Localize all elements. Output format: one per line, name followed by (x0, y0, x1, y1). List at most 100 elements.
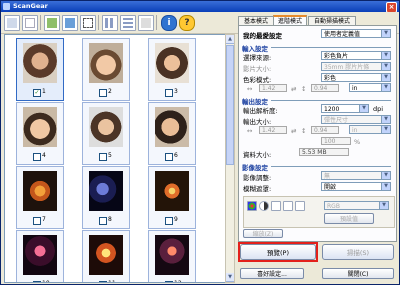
favorite-select[interactable]: 使用者定義值 ▼ (321, 29, 391, 38)
brightness-icon[interactable] (259, 201, 269, 211)
thumbnail-frame[interactable]: 3 (148, 38, 196, 101)
thumbnail-checkbox[interactable] (165, 281, 173, 282)
thumbnail-number: 6 (174, 152, 178, 159)
preferences-button[interactable]: 喜好設定... (240, 268, 304, 279)
channel-select[interactable]: RGB ▼ (324, 201, 389, 210)
unsharp-mask-select[interactable]: 開啟 ▼ (321, 182, 391, 191)
height-icon: ↕ (301, 85, 307, 93)
thumbnail-frame[interactable]: ✓ 1 (16, 38, 64, 101)
thumbnail-checkbox[interactable] (33, 153, 41, 161)
thumbnail-image[interactable] (23, 235, 57, 275)
lock-ratio-icon[interactable]: ⇄ (291, 85, 296, 93)
output-width-field[interactable]: 1.42 (259, 126, 287, 134)
thumbnail-number: 3 (174, 88, 178, 95)
thumbnail-checkbox[interactable] (99, 217, 107, 225)
resolution-unit: dpi (373, 105, 384, 113)
tab-advanced[interactable]: 進階模式 (273, 15, 307, 25)
thumbnail-number: 9 (174, 216, 178, 223)
thumbnail-image[interactable] (155, 107, 189, 147)
source-select[interactable]: 彩色負片 ▼ (321, 51, 391, 60)
defaults-button[interactable]: 預設值 (324, 213, 374, 224)
thumbnail-image[interactable] (155, 171, 189, 211)
thumbnail-frame[interactable]: 8 (82, 166, 130, 229)
film-size-label: 影片大小: (243, 65, 272, 73)
thumbnail-number: 1 (42, 88, 46, 95)
chevron-down-icon: ▼ (359, 105, 368, 112)
select-all-icon[interactable] (102, 15, 118, 31)
thumbnail-checkbox[interactable] (99, 153, 107, 161)
output-scale-field[interactable]: 100 (321, 137, 351, 145)
thumbnail-frame[interactable]: 7 (16, 166, 64, 229)
thumbnail-image[interactable] (155, 43, 189, 83)
thumbnail-frame[interactable]: 2 (82, 38, 130, 101)
output-resolution-label: 輸出解析度: (243, 107, 278, 115)
thumbnail-frame[interactable]: 10 (16, 230, 64, 282)
thumbnail-checkbox[interactable] (33, 217, 41, 225)
thumbnail-checkbox[interactable] (165, 89, 173, 97)
help-icon[interactable]: ? (179, 15, 195, 31)
title-bar: ScanGear × (1, 1, 399, 13)
input-unit-select[interactable]: in ▼ (349, 83, 391, 92)
unsharp-mask-label: 模糊遮罩: (243, 185, 272, 193)
lock-ratio-icon[interactable]: ⇄ (291, 127, 296, 135)
thumbnail-image[interactable] (23, 171, 57, 211)
output-resolution-select[interactable]: 1200 ▼ (321, 104, 369, 113)
thumbnail-checkbox[interactable]: ✓ (33, 89, 41, 97)
thumbnail-frame[interactable]: 5 (82, 102, 130, 165)
thumbnail-image[interactable] (89, 235, 123, 275)
color-adjust-icon[interactable] (247, 201, 257, 211)
color-mode-select[interactable]: 彩色 ▼ (321, 73, 391, 82)
output-height-field[interactable]: 0.94 (311, 126, 339, 134)
output-size-select[interactable]: 彈性尺寸 ▼ (321, 115, 391, 124)
thumbnail-image[interactable] (23, 43, 57, 83)
film-size-select[interactable]: 35mm 膠片片條 ▼ (321, 62, 391, 71)
threshold-icon[interactable] (295, 201, 305, 211)
thumbnail-checkbox[interactable] (99, 281, 107, 282)
thumbnail-frame[interactable]: 12 (148, 230, 196, 282)
thumbnail-icon[interactable] (22, 15, 38, 31)
thumbnail-image[interactable] (89, 107, 123, 147)
thumbnail-image[interactable] (89, 171, 123, 211)
zoom-button[interactable]: 縮放(Z) (243, 229, 283, 238)
output-unit-select[interactable]: in ▼ (349, 125, 391, 134)
histogram-icon[interactable] (271, 201, 281, 211)
chevron-down-icon: ▼ (379, 202, 388, 209)
scan-icon[interactable] (4, 15, 20, 31)
settings-panel: 基本模式 進階模式 自動掃描模式 我的最愛設定 使用者定義值 ▼ 輸入設定 選擇來… (238, 15, 397, 281)
close-button[interactable]: 關閉(C) (322, 268, 394, 279)
scrollbar-thumb[interactable] (226, 45, 234, 165)
thumbnail-number: 7 (42, 216, 46, 223)
rotate-right-icon[interactable] (62, 15, 78, 31)
adjust-tools: RGB ▼ 預設值 (243, 196, 395, 228)
input-height-field[interactable]: 0.94 (311, 84, 339, 92)
remove-icon[interactable] (138, 15, 154, 31)
thumbnail-image[interactable] (155, 235, 189, 275)
info-icon[interactable]: i (161, 15, 177, 31)
thumbnail-frame[interactable]: 4 (16, 102, 64, 165)
thumbnail-checkbox[interactable] (165, 153, 173, 161)
chevron-down-icon: ▼ (381, 183, 390, 190)
rotate-left-icon[interactable] (44, 15, 60, 31)
tone-curve-icon[interactable] (283, 201, 293, 211)
thumbnail-frame[interactable]: 6 (148, 102, 196, 165)
chevron-down-icon: ▼ (381, 84, 390, 91)
scangear-window: ScanGear × i ? ✓123456789101112 ▲ ▼ 基本模式… (0, 0, 400, 285)
scroll-up-icon[interactable]: ▲ (226, 35, 234, 44)
thumbnail-checkbox[interactable] (165, 217, 173, 225)
thumbnail-frame[interactable]: 9 (148, 166, 196, 229)
image-adjust-select[interactable]: 無 ▼ (321, 171, 391, 180)
preview-highlight (238, 242, 318, 262)
thumbnail-image[interactable] (89, 43, 123, 83)
thumbnail-frame[interactable]: 11 (82, 230, 130, 282)
thumbnail-image[interactable] (23, 107, 57, 147)
scroll-down-icon[interactable]: ▼ (226, 273, 234, 282)
thumbnail-checkbox[interactable] (99, 89, 107, 97)
auto-crop-icon[interactable] (80, 15, 96, 31)
input-width-field[interactable]: 1.42 (259, 84, 287, 92)
scan-button[interactable]: 掃描(S) (322, 244, 394, 260)
image-adjust-label: 影像調整: (243, 174, 272, 182)
thumbnail-scrollbar[interactable]: ▲ ▼ (225, 34, 235, 283)
width-icon: ↔ (247, 85, 253, 93)
grid-icon[interactable] (120, 15, 136, 31)
thumbnail-checkbox[interactable] (33, 281, 41, 282)
